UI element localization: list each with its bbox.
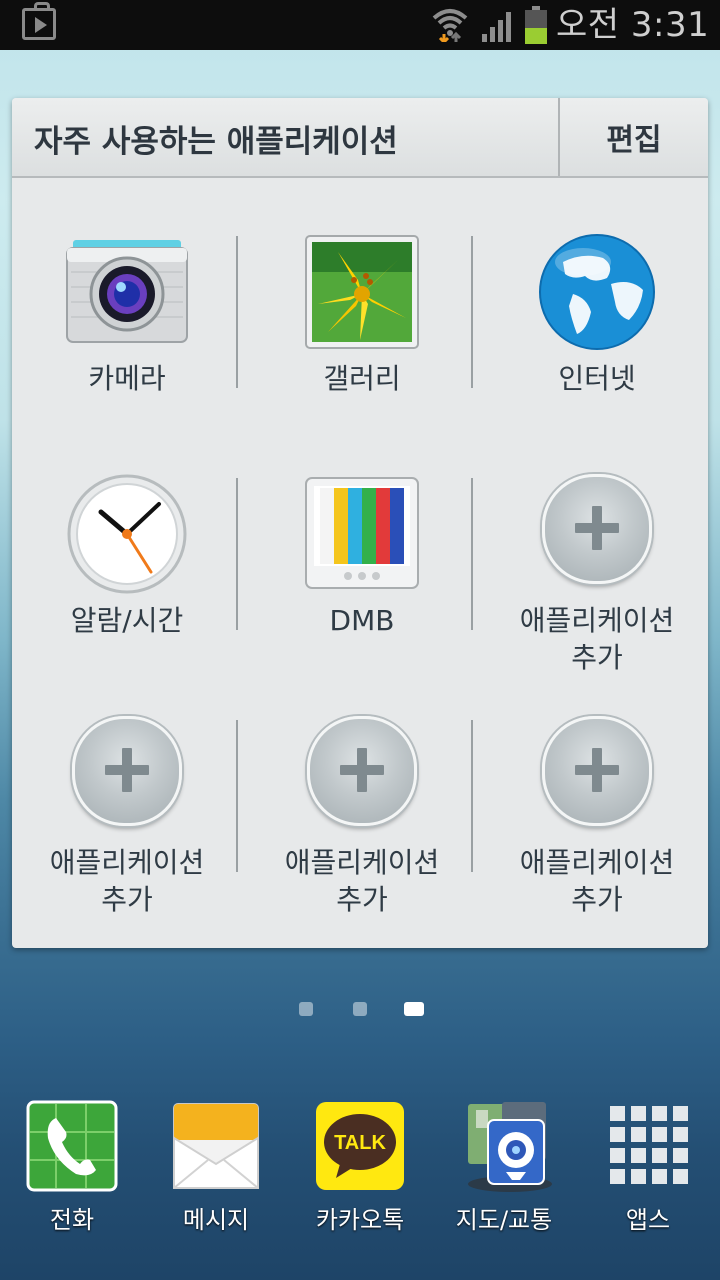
apps-grid-icon: [610, 1106, 688, 1184]
dock-label: 앱스: [625, 1206, 671, 1234]
add-application-slot[interactable]: 애플리케이션 추가: [482, 716, 708, 948]
dock-messages[interactable]: 메시지: [146, 1098, 286, 1238]
camera-icon: [66, 240, 188, 343]
dmb-tv-icon: [305, 477, 419, 589]
status-time: 오전 3:31: [556, 5, 710, 45]
app-shortcut-gallery[interactable]: 갤러리: [247, 232, 477, 472]
add-application-slot[interactable]: 애플리케이션 추가: [247, 716, 477, 948]
frequent-apps-widget: 자주 사용하는 애플리케이션 편집 카메라 갤러리 인터넷 알람/시간 DMB …: [12, 98, 708, 948]
app-label-line2: 추가: [571, 641, 623, 674]
widget-title: 자주 사용하는 애플리케이션: [34, 124, 398, 160]
phone-icon: [26, 1100, 118, 1192]
page-dot[interactable]: [299, 1002, 313, 1016]
add-icon: [72, 716, 182, 826]
app-shortcut-internet[interactable]: 인터넷: [482, 232, 708, 472]
dock-phone[interactable]: 전화: [2, 1098, 142, 1238]
battery-icon: [525, 6, 547, 44]
dock-label: 전화: [49, 1206, 95, 1234]
kakaotalk-icon: TALK: [316, 1102, 404, 1190]
play-store-notification-icon: [22, 2, 56, 40]
app-label-line2: 추가: [336, 883, 388, 916]
signal-strength-icon: [482, 12, 511, 42]
app-label-line2: 추가: [101, 883, 153, 916]
add-application-slot[interactable]: 애플리케이션 추가: [12, 716, 242, 948]
app-shortcut-dmb[interactable]: DMB: [247, 474, 477, 714]
add-icon: [542, 716, 652, 826]
app-shortcut-alarm-clock[interactable]: 알람/시간: [12, 474, 242, 714]
app-label: 애플리케이션: [284, 846, 440, 879]
gallery-icon: [305, 235, 419, 349]
internet-globe-icon: [539, 234, 655, 350]
app-label: DMB: [329, 604, 395, 637]
widget-header: 자주 사용하는 애플리케이션 편집: [12, 98, 708, 178]
add-icon: [307, 716, 417, 826]
app-shortcut-camera[interactable]: 카메라: [12, 232, 242, 472]
clock-icon: [67, 474, 187, 594]
app-label: 카메라: [88, 362, 166, 395]
status-bar: 오전 3:31: [0, 0, 720, 50]
app-label: 애플리케이션: [519, 846, 675, 879]
app-label: 애플리케이션: [49, 846, 205, 879]
map-icon: [468, 1102, 552, 1192]
app-label: 인터넷: [558, 362, 636, 395]
wifi-icon: [432, 9, 468, 42]
page-dot[interactable]: [353, 1002, 367, 1016]
add-icon: [542, 474, 652, 584]
page-dot-current[interactable]: [404, 1002, 424, 1016]
app-label: 알람/시간: [70, 604, 184, 637]
dock-label: 지도/교통: [455, 1206, 553, 1234]
message-icon: [173, 1103, 259, 1189]
dock-kakaotalk[interactable]: TALK 카카오톡: [290, 1098, 430, 1238]
dock-apps[interactable]: 앱스: [578, 1098, 718, 1238]
app-label-line2: 추가: [571, 883, 623, 916]
app-label: 애플리케이션: [519, 604, 675, 637]
dock-label: 카카오톡: [315, 1206, 405, 1234]
app-label: 갤러리: [323, 362, 401, 395]
edit-button[interactable]: 편집: [560, 98, 708, 176]
dock-label: 메시지: [182, 1206, 250, 1234]
kakaotalk-icon-text: TALK: [334, 1132, 386, 1154]
add-application-slot[interactable]: 애플리케이션 추가: [482, 474, 708, 714]
page-indicator: [0, 1000, 720, 1020]
dock-maps[interactable]: 지도/교통: [434, 1098, 574, 1238]
